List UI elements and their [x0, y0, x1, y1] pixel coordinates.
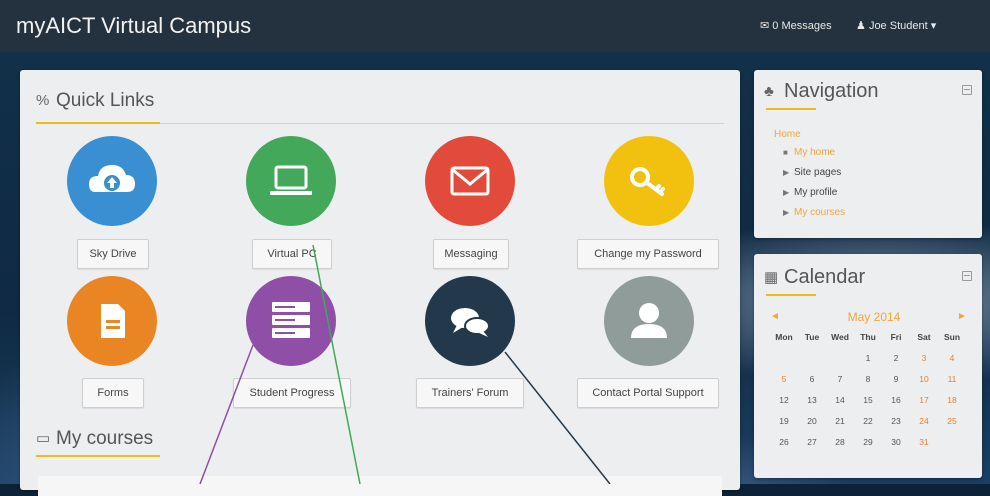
callout-line-virtual-pc — [312, 244, 361, 484]
callout-line-student-progress — [199, 344, 254, 484]
callout-lines — [199, 244, 611, 484]
callout-line-trainers-forum — [504, 351, 611, 484]
